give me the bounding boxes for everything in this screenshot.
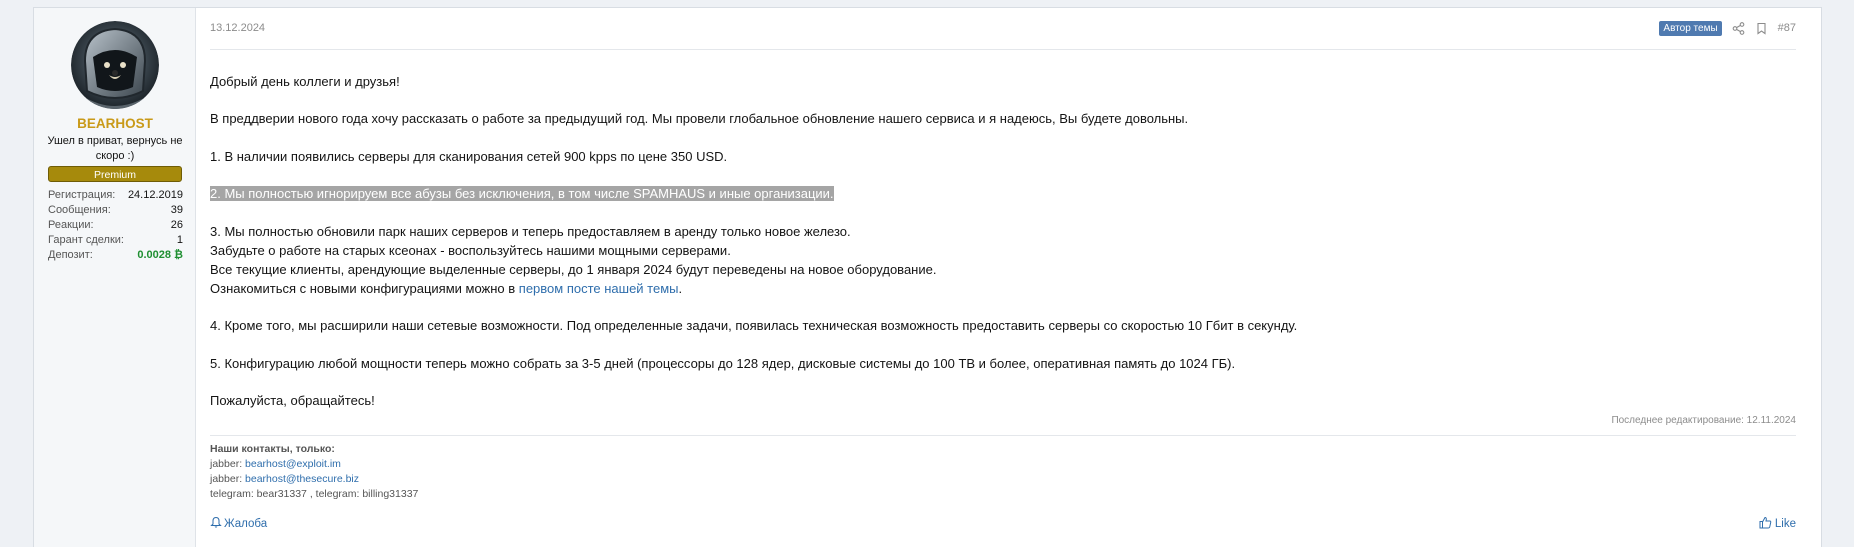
header-divider (210, 49, 1796, 50)
post-item-3-line2: Забудьте о работе на старых ксеонах - во… (210, 243, 731, 258)
jabber-label: jabber: (210, 473, 246, 485)
stat-messages: Сообщения: 39 (48, 203, 183, 218)
report-label: Жалоба (224, 517, 268, 530)
text-prefix: Ознакомиться с новыми конфигурациями мож… (210, 281, 519, 296)
post-number[interactable]: #87 (1778, 22, 1796, 34)
signature-title: Наши контакты, только: (210, 443, 335, 455)
bell-icon (210, 516, 222, 531)
signature-telegram: telegram: bear31337 , telegram: billing3… (210, 488, 419, 500)
stat-deposit: Депозит: 0.0028 ₿ (48, 248, 183, 263)
post-header-actions: Автор темы #87 (1659, 19, 1796, 37)
highlighted-text: 2. Мы полностью игнорируем все абузы без… (210, 186, 834, 201)
post-item-1: 1. В наличии появились серверы для скани… (210, 149, 728, 164)
stat-label: Сообщения: (48, 204, 111, 216)
stat-value: 26 (170, 219, 183, 231)
username[interactable]: BEARHOST (34, 116, 196, 131)
post-item-4: 4. Кроме того, мы расширили наши сетевые… (210, 318, 1298, 333)
stat-label: Реакции: (48, 219, 94, 231)
last-edited: Последнее редактирование: 12.11.2024 (1611, 415, 1796, 426)
post-greeting: Добрый день коллеги и друзья! (210, 74, 400, 89)
signature-jabber-2: jabber: bearhost@thesecure.biz (210, 472, 418, 487)
bookmark-icon[interactable] (1755, 22, 1768, 35)
stat-value: 0.0028 ₿ (137, 249, 183, 261)
user-stats: Регистрация: 24.12.2019 Сообщения: 39 Ре… (48, 188, 183, 263)
text-suffix: . (678, 281, 683, 296)
post-container: BEARHOST Ушел в приват, вернусь не скоро… (33, 7, 1822, 547)
user-avatar[interactable] (71, 21, 159, 109)
stat-label: Депозит: (48, 249, 93, 261)
stat-registration: Регистрация: 24.12.2019 (48, 188, 183, 203)
stat-label: Регистрация: (48, 189, 116, 201)
premium-banner: Premium (48, 166, 182, 182)
stat-value: 1 (176, 234, 183, 246)
stat-reactions: Реакции: 26 (48, 218, 183, 233)
post-item-3-line4: Ознакомиться с новыми конфигурациями мож… (210, 279, 682, 298)
stat-label: Гарант сделки: (48, 234, 124, 246)
jabber-link-2[interactable]: bearhost@thesecure.biz (245, 473, 359, 485)
user-sidebar: BEARHOST Ушел в приват, вернусь не скоро… (34, 8, 196, 547)
author-badge: Автор темы (1659, 20, 1722, 36)
post-main: 13.12.2024 Автор темы #87 Добрый день ко… (210, 8, 1810, 547)
user-title: Ушел в приват, вернусь не скоро :) (47, 135, 183, 162)
post-item-5: 5. Конфигурацию любой мощности теперь мо… (210, 356, 1236, 371)
jabber-link-1[interactable]: bearhost@exploit.im (245, 458, 341, 470)
first-post-link[interactable]: первом посте нашей темы (519, 281, 679, 296)
post-item-3-line1: 3. Мы полностью обновили парк наших серв… (210, 224, 851, 239)
like-button[interactable]: Like (1759, 516, 1796, 532)
thumbs-up-icon (1759, 516, 1772, 532)
signature-divider (210, 435, 1796, 436)
like-label: Like (1774, 518, 1796, 530)
share-icon[interactable] (1732, 21, 1745, 35)
stat-value[interactable]: 39 (171, 203, 183, 218)
signature-jabber-1: jabber: bearhost@exploit.im (210, 457, 418, 472)
post-closing: Пожалуйста, обращайтесь! (210, 393, 375, 408)
post-date[interactable]: 13.12.2024 (210, 22, 265, 34)
jabber-label: jabber: (210, 458, 246, 470)
post-item-3-line3: Все текущие клиенты, арендующие выделенн… (210, 262, 937, 277)
stat-value: 24.12.2019 (127, 189, 183, 201)
stat-guarantee: Гарант сделки: 1 (48, 233, 183, 248)
astronaut-bear-avatar-icon (71, 21, 159, 109)
report-button[interactable]: Жалоба (210, 516, 267, 531)
post-item-2: 2. Мы полностью игнорируем все абузы без… (210, 184, 834, 203)
post-intro: В преддверии нового года хочу рассказать… (210, 111, 1189, 126)
signature: Наши контакты, только: jabber: bearhost@… (210, 442, 418, 502)
